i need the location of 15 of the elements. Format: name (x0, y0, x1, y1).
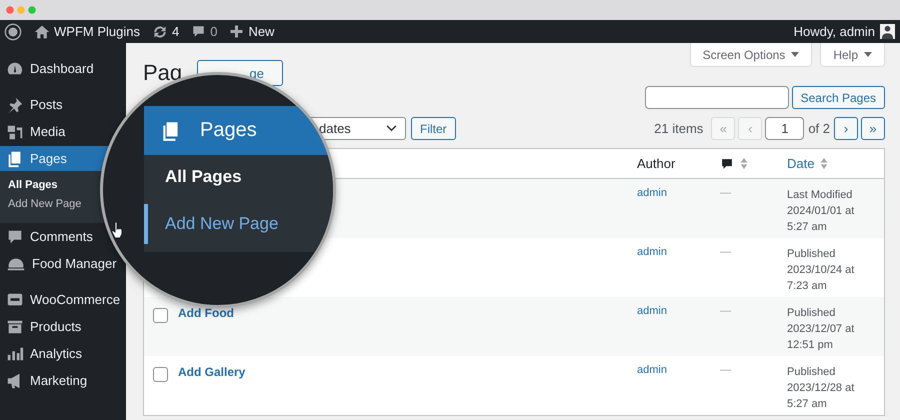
comment-count: — (720, 187, 731, 199)
date-text: 2023/12/07 at 12:51 pm (787, 322, 856, 353)
date-text: 2023/10/24 at 7:23 am (787, 263, 856, 294)
column-header: Author (637, 156, 676, 171)
comment-count: — (720, 246, 731, 258)
page-total: of 2 (808, 121, 830, 136)
date-status: Published (787, 247, 836, 262)
comment-count: — (720, 305, 731, 317)
item-count: 21 items (654, 121, 704, 136)
date-text: 2024/01/01 at 5:27 am (787, 204, 856, 235)
date-status: Published (787, 306, 836, 321)
date-status: Published (787, 365, 836, 380)
comment-count: — (720, 364, 731, 376)
date-text: 2023/12/28 at 5:27 am (787, 381, 856, 412)
date-status: Last Modified (787, 188, 854, 203)
